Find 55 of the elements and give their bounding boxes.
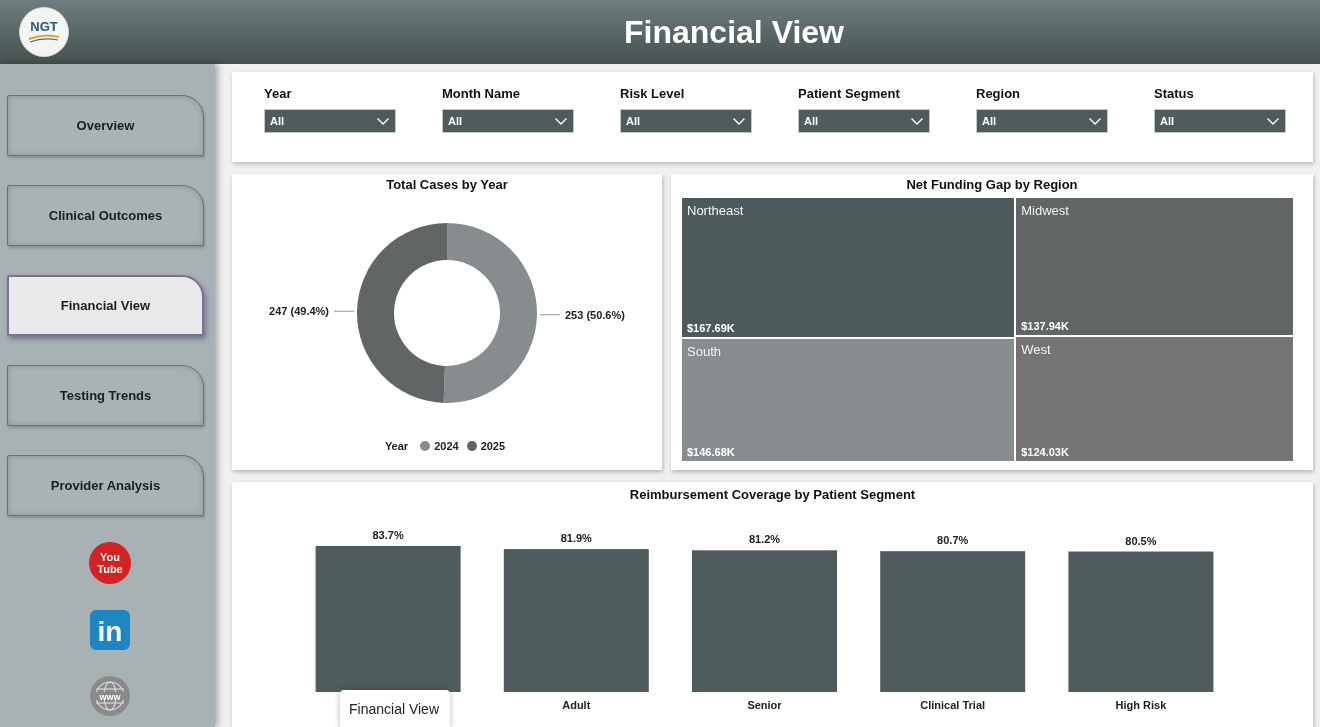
tile-value: $146.68K bbox=[687, 446, 735, 458]
tile-value: $167.69K bbox=[687, 321, 735, 334]
filter-label: Risk Level bbox=[620, 86, 685, 102]
category-label: Senior bbox=[747, 699, 782, 711]
nav-button[interactable]: Testing Trends bbox=[7, 365, 204, 426]
data-label: 80.5% bbox=[1125, 534, 1157, 547]
chart-title: Total Cases by Year bbox=[386, 176, 508, 194]
chevron-down-icon bbox=[911, 117, 923, 125]
category-label: Adult bbox=[562, 699, 591, 711]
data-label: 247 (49.4%) bbox=[269, 305, 329, 318]
dropdown[interactable]: All bbox=[1154, 109, 1286, 133]
nav-button[interactable]: Provider Analysis bbox=[7, 455, 204, 516]
data-label: 83.7% bbox=[372, 528, 404, 541]
dropdown[interactable]: All bbox=[442, 109, 574, 133]
data-label: 81.9% bbox=[560, 532, 592, 545]
tooltip: Financial View bbox=[340, 690, 450, 727]
tile-value: $124.03K bbox=[1021, 446, 1069, 458]
filter-label: Month Name bbox=[442, 86, 520, 102]
dropdown[interactable]: All bbox=[264, 109, 396, 133]
chevron-down-icon bbox=[1089, 117, 1101, 125]
filter-label: Year bbox=[264, 86, 292, 102]
data-label: 253 (50.6%) bbox=[565, 308, 625, 321]
chart-title: Net Funding Gap by Region bbox=[906, 176, 1078, 194]
leader-line bbox=[333, 310, 355, 312]
linkedin-logo-icon[interactable]: in bbox=[90, 610, 130, 650]
filter-label: Patient Segment bbox=[798, 86, 900, 102]
filter-label: Region bbox=[976, 86, 1021, 102]
dropdown[interactable]: All bbox=[798, 109, 930, 133]
chevron-down-icon bbox=[1267, 117, 1279, 125]
legend-title: Year bbox=[384, 440, 409, 452]
tile-label: Northeast bbox=[687, 203, 744, 218]
nav-button[interactable]: Clinical Outcomes bbox=[7, 185, 204, 246]
tile-label: West bbox=[1021, 342, 1051, 357]
dropdown[interactable]: All bbox=[620, 109, 752, 133]
chevron-down-icon bbox=[555, 117, 567, 125]
legend-label: 2025 bbox=[480, 440, 506, 452]
nav-button[interactable]: Financial View bbox=[7, 275, 204, 336]
youtube-logo-icon[interactable]: You Tube bbox=[89, 542, 131, 584]
legend-label: 2024 bbox=[434, 440, 459, 452]
category-label: Clinical Trial bbox=[920, 699, 986, 711]
page-title: Financial View bbox=[623, 13, 845, 51]
leader-line bbox=[539, 314, 561, 316]
chart-title: Reimbursement Coverage by Patient Segment bbox=[629, 486, 916, 504]
chevron-down-icon bbox=[733, 117, 745, 125]
nav-button[interactable]: Overview bbox=[7, 95, 204, 156]
dropdown[interactable]: All bbox=[976, 109, 1108, 133]
category-label: High Risk bbox=[1115, 699, 1167, 711]
tile-label: Midwest bbox=[1021, 203, 1069, 218]
data-label: 81.2% bbox=[748, 533, 781, 546]
tile-label: South bbox=[687, 343, 721, 359]
tile-value: $137.94K bbox=[1021, 320, 1069, 332]
company-logo: NGT bbox=[19, 7, 69, 57]
chevron-down-icon bbox=[377, 117, 389, 125]
data-label: 80.7% bbox=[937, 534, 969, 547]
filter-label: Status bbox=[1154, 86, 1194, 102]
